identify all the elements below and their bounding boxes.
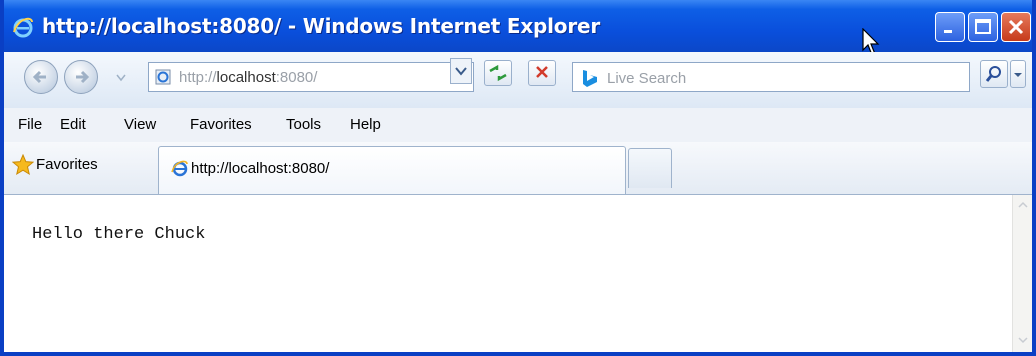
address-field[interactable]: http://localhost:8080/ — [148, 62, 474, 92]
maximize-button[interactable] — [968, 12, 998, 42]
magnifier-icon — [985, 66, 1001, 82]
back-button[interactable] — [24, 60, 58, 94]
close-icon — [1008, 19, 1024, 35]
ie-logo-icon — [13, 17, 33, 38]
menu-file[interactable]: File — [18, 116, 42, 133]
bing-logo-icon — [583, 70, 597, 87]
search-go-button[interactable] — [980, 60, 1008, 88]
tab-label: http://localhost:8080/ — [191, 160, 330, 177]
menu-edit[interactable]: Edit — [60, 116, 86, 133]
recent-pages-dropdown[interactable] — [116, 74, 126, 82]
scroll-down-icon[interactable] — [1015, 332, 1031, 348]
url-host: localhost — [216, 69, 276, 86]
minimize-icon — [944, 30, 952, 33]
maximize-icon — [975, 19, 991, 34]
stop-x-icon — [536, 66, 548, 78]
forward-button[interactable] — [64, 60, 98, 94]
refresh-button[interactable] — [484, 60, 512, 86]
favorites-label: Favorites — [36, 156, 98, 173]
new-tab-button[interactable] — [628, 148, 672, 188]
ie-logo-icon — [171, 160, 188, 177]
page-content: Hello there Chuck — [4, 195, 1012, 352]
url-port: :8080/ — [275, 69, 318, 86]
search-box[interactable] — [572, 62, 970, 92]
close-button[interactable] — [1001, 12, 1031, 42]
url-scheme: http:// — [179, 69, 217, 86]
minimize-button[interactable] — [935, 12, 965, 42]
menu-bar: File Edit View Favorites Tools Help — [4, 108, 1032, 143]
search-input[interactable] — [605, 65, 959, 91]
menu-view[interactable]: View — [124, 116, 156, 133]
browser-window: http://localhost:8080/ - Windows Interne… — [0, 0, 1036, 356]
address-dropdown-icon[interactable] — [450, 58, 472, 84]
menu-tools[interactable]: Tools — [286, 116, 321, 133]
refresh-icon — [489, 64, 507, 82]
window-title: http://localhost:8080/ - Windows Interne… — [42, 14, 601, 38]
chevron-down-icon — [1014, 73, 1022, 77]
page-body-text: Hello there Chuck — [32, 225, 206, 244]
back-arrow-icon — [32, 70, 46, 84]
address-url[interactable]: http://localhost:8080/ — [179, 69, 317, 86]
menu-help[interactable]: Help — [350, 116, 381, 133]
forward-arrow-icon — [76, 70, 90, 84]
star-icon — [12, 154, 34, 176]
vertical-scrollbar[interactable] — [1012, 195, 1032, 352]
tab-localhost[interactable]: http://localhost:8080/ — [158, 146, 626, 194]
favorites-tab-bar: Favorites http://localhost:8080/ — [4, 142, 1032, 195]
stop-button[interactable] — [528, 60, 556, 86]
scroll-up-icon[interactable] — [1015, 197, 1031, 213]
menu-favorites[interactable]: Favorites — [190, 116, 252, 133]
search-options-button[interactable] — [1010, 60, 1026, 88]
page-ie-icon — [155, 69, 171, 85]
